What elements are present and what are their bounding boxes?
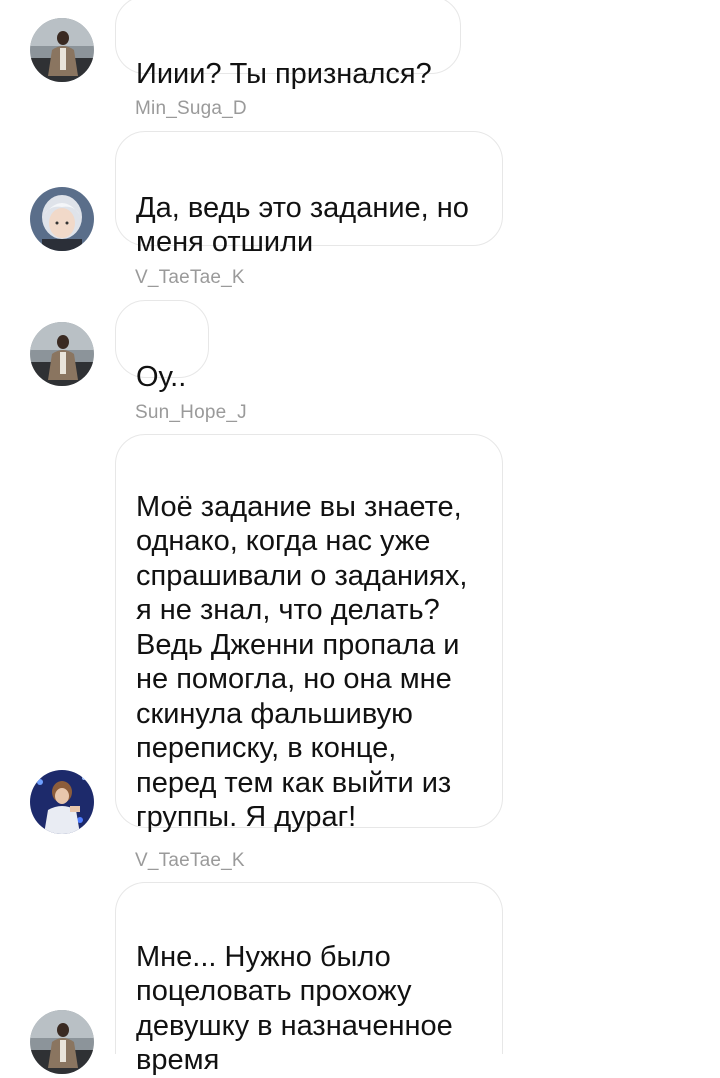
message-text: Мне... Нужно было поцеловать прохожу дев…	[136, 940, 453, 1077]
message-text: Ииии? Ты признался?	[136, 57, 432, 90]
message-bubble: Ииии? Ты признался?	[115, 0, 461, 90]
coat-man-avatar[interactable]	[30, 18, 94, 82]
sender-name: V_TaeTae_K	[135, 850, 245, 871]
sender-name: Sun_Hope_J	[135, 402, 247, 423]
message-bubble: Оу..	[115, 300, 209, 393]
stage-performer-avatar[interactable]	[30, 770, 94, 834]
message-bubble: Мне... Нужно было поцеловать прохожу дев…	[115, 882, 503, 1076]
message-text: Оу..	[136, 360, 187, 393]
sender-name: Min_Suga_D	[135, 98, 247, 119]
coat-man-avatar[interactable]	[30, 322, 94, 386]
white-hair-avatar[interactable]	[30, 187, 94, 251]
sender-name: V_TaeTae_K	[135, 267, 245, 288]
message-bubble: Да, ведь это задание, но меня отшили	[115, 131, 503, 258]
message-text: Да, ведь это задание, но меня отшили	[136, 191, 469, 259]
message-bubble: Моё задание вы знаете, однако, когда нас…	[115, 434, 503, 833]
coat-man-avatar[interactable]	[30, 1010, 94, 1074]
message-text: Моё задание вы знаете, однако, когда нас…	[136, 490, 468, 834]
